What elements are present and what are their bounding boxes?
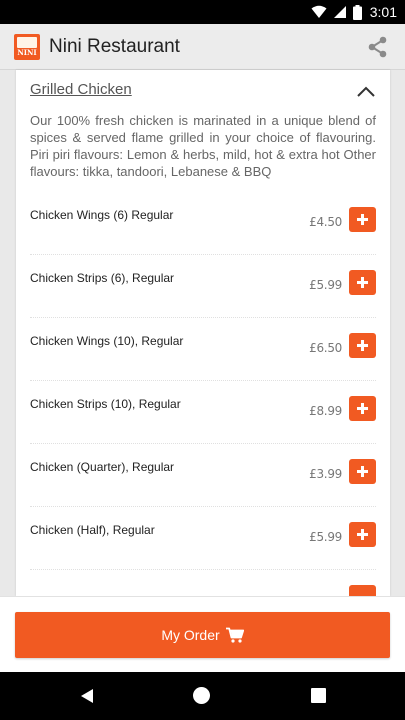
restaurant-logo: NINI bbox=[14, 33, 40, 60]
status-icons: 3:01 bbox=[311, 0, 397, 24]
plus-icon bbox=[357, 277, 368, 288]
add-item-button[interactable] bbox=[349, 207, 376, 232]
item-name: Chicken Strips (6), Regular bbox=[30, 271, 175, 285]
plus-icon bbox=[357, 214, 368, 225]
plus-icon bbox=[357, 466, 368, 477]
menu-items: Chicken Wings (6) Regular £4.50 Chicken … bbox=[16, 192, 390, 596]
menu-item: Chicken Strips (10), Regular £8.99 bbox=[30, 381, 376, 444]
menu-item: Chicken Wings (10), Regular £6.50 bbox=[30, 318, 376, 381]
item-price: £5.99 bbox=[309, 278, 342, 292]
app-title: Nini Restaurant bbox=[49, 35, 180, 57]
home-icon[interactable] bbox=[193, 687, 210, 704]
add-item-button[interactable] bbox=[349, 333, 376, 358]
logo-text: NINI bbox=[17, 47, 37, 57]
section-description: Our 100% fresh chicken is marinated in a… bbox=[30, 113, 376, 179]
item-price: £4.50 bbox=[309, 215, 342, 229]
add-item-button[interactable] bbox=[349, 270, 376, 295]
logo-emblem bbox=[17, 36, 37, 48]
my-order-label: My Order bbox=[161, 627, 220, 643]
share-icon[interactable] bbox=[367, 36, 389, 58]
item-price: £5.99 bbox=[309, 530, 342, 544]
order-area: My Order bbox=[0, 596, 405, 672]
item-price: £8.99 bbox=[309, 404, 342, 418]
item-name: Chicken (Half), Regular bbox=[30, 523, 155, 537]
item-name: Chicken Wings (10), Regular bbox=[30, 334, 184, 348]
status-bar: 3:01 bbox=[0, 0, 405, 24]
signal-icon bbox=[333, 5, 347, 19]
plus-icon bbox=[357, 403, 368, 414]
menu-item: Chicken Strips (6), Regular £5.99 bbox=[30, 255, 376, 318]
app-bar: NINI Nini Restaurant bbox=[0, 24, 405, 70]
section-header[interactable]: Grilled Chicken bbox=[16, 70, 390, 110]
menu-item-partial bbox=[30, 570, 376, 596]
add-item-button[interactable] bbox=[349, 396, 376, 421]
back-icon[interactable] bbox=[80, 688, 94, 709]
add-item-button[interactable] bbox=[349, 522, 376, 547]
add-item-button[interactable] bbox=[349, 459, 376, 484]
chevron-up-icon[interactable] bbox=[356, 85, 376, 99]
status-time: 3:01 bbox=[369, 4, 397, 20]
my-order-button[interactable]: My Order bbox=[15, 612, 390, 658]
recent-apps-icon[interactable] bbox=[311, 688, 326, 703]
menu-item: Chicken (Half), Regular £5.99 bbox=[30, 507, 376, 570]
menu-item: Chicken (Quarter), Regular £3.99 bbox=[30, 444, 376, 507]
plus-icon bbox=[357, 529, 368, 540]
battery-icon bbox=[352, 4, 362, 20]
item-price: £6.50 bbox=[309, 341, 342, 355]
section-title[interactable]: Grilled Chicken bbox=[30, 81, 132, 98]
item-name: Chicken Strips (10), Regular bbox=[30, 397, 181, 411]
navigation-bar bbox=[0, 672, 405, 720]
item-name: Chicken (Quarter), Regular bbox=[30, 460, 175, 474]
cart-icon bbox=[225, 627, 244, 643]
menu-item: Chicken Wings (6) Regular £4.50 bbox=[30, 192, 376, 255]
item-name: Chicken Wings (6) Regular bbox=[30, 208, 174, 222]
add-item-button[interactable] bbox=[349, 585, 376, 596]
menu-content[interactable]: Grilled Chicken Our 100% fresh chicken i… bbox=[16, 70, 390, 596]
plus-icon bbox=[357, 340, 368, 351]
wifi-icon bbox=[311, 5, 327, 19]
item-price: £3.99 bbox=[309, 467, 342, 481]
